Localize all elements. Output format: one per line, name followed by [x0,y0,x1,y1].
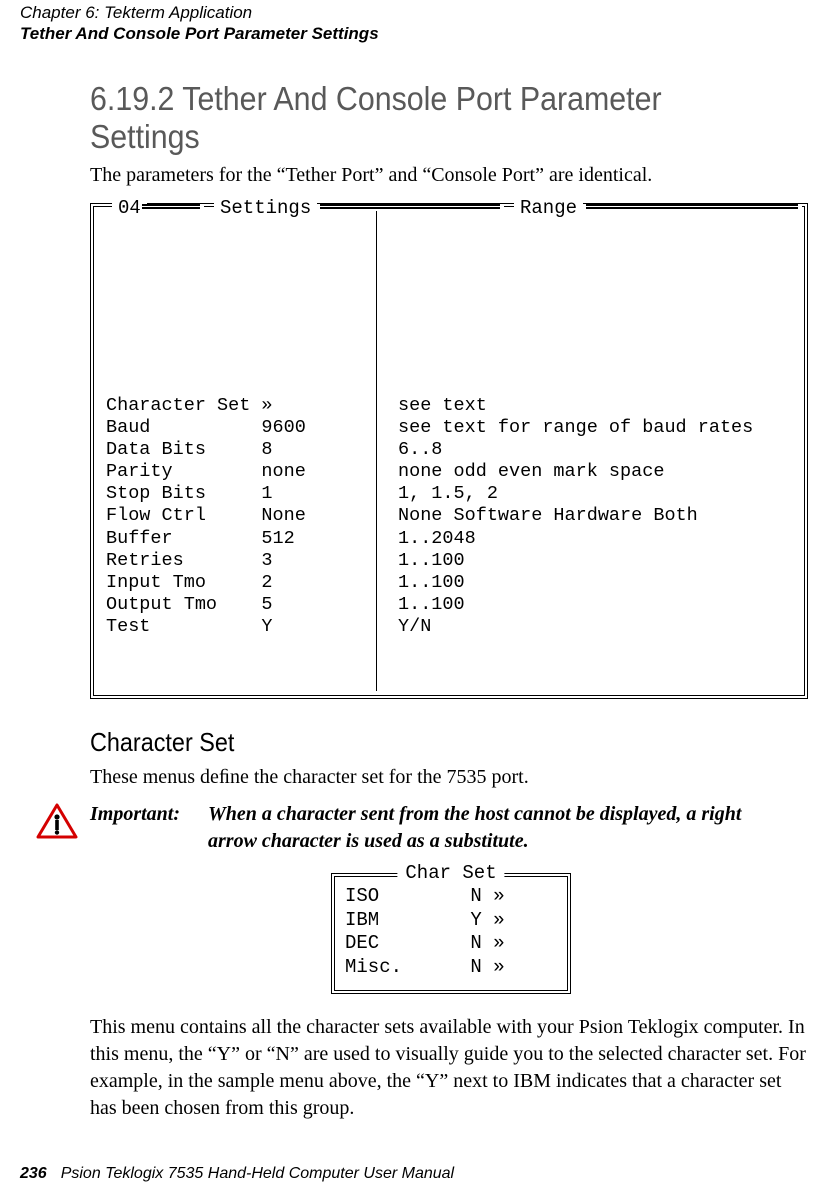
footer-title: Psion Teklogix 7535 Hand-Held Computer U… [61,1165,454,1182]
section-heading: 6.19.2 Tether And Console Port Parameter… [90,80,754,156]
header-chapter: Chapter 6: Tekterm Application [20,2,810,23]
settings-range-column: see text see text for range of baud rate… [376,395,753,639]
header-section: Tether And Console Port Parameter Settin… [20,23,810,44]
legend-settings: Settings [214,197,317,220]
important-text: When a character sent from the host cann… [208,801,768,855]
settings-box: 04 Settings Range Character Set » Baud 9… [90,203,808,699]
settings-names-column: Character Set » Baud 9600 Data Bits 8 Pa… [106,395,376,639]
subsection-heading: Character Set [90,727,740,758]
page-footer: 236 Psion Teklogix 7535 Hand-Held Compute… [20,1165,454,1183]
closing-paragraph: This menu contains all the character set… [90,1014,812,1122]
charset-box: Char Set ISO N » IBM Y » DEC N » Misc. N… [331,873,571,994]
charset-rows: ISO N » IBM Y » DEC N » Misc. N » [334,876,568,991]
column-separator [376,211,377,691]
page-header: Chapter 6: Tekterm Application Tether An… [20,2,810,45]
important-label: Important: [90,801,208,828]
intro-paragraph: The parameters for the “Tether Port” and… [90,162,812,189]
important-note: Important:When a character sent from the… [36,801,812,855]
charset-legend: Char Set [397,862,504,884]
warning-icon [36,803,78,839]
legend-range: Range [514,197,583,220]
page-number: 236 [20,1165,47,1182]
charset-intro: These menus deﬁne the character set for … [90,764,812,791]
